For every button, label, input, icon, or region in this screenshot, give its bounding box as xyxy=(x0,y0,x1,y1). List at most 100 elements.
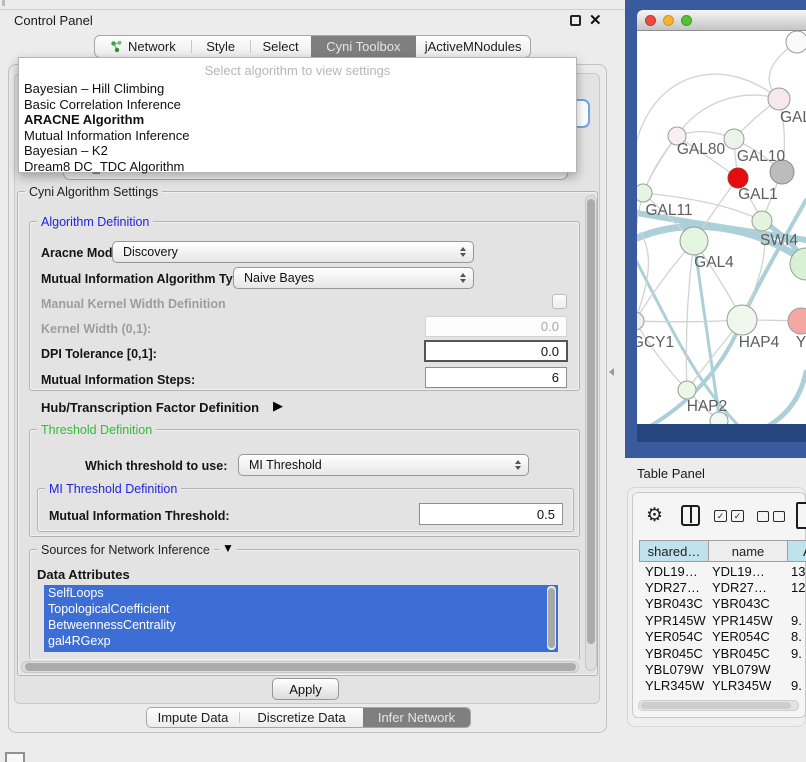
list-item-selected[interactable]: TopologicalCoefficient xyxy=(44,601,558,617)
combo-value: MI Threshold xyxy=(249,458,322,472)
settings-horizontal-scrollbar[interactable] xyxy=(21,661,579,673)
tab-infer-network[interactable]: Infer Network xyxy=(363,708,470,727)
checked-pair-icon[interactable]: ✓ ✓ xyxy=(714,510,744,522)
close-icon[interactable]: ✕ xyxy=(589,11,602,29)
list-item-selected[interactable]: gal4RGexp xyxy=(44,633,558,649)
tab-discretize-data[interactable]: Discretize Data xyxy=(240,708,363,727)
node-gal4[interactable] xyxy=(680,227,708,255)
list-item-selected[interactable]: SelfLoops xyxy=(44,585,558,601)
list-item-selected[interactable]: BetweennessCentrality xyxy=(44,617,558,633)
table-row[interactable]: YDR27…YDR27…12 xyxy=(639,579,806,595)
cell-shared: YLR345W xyxy=(639,678,709,693)
scrollbar-thumb[interactable] xyxy=(548,588,555,648)
table-row[interactable]: YLR345WYLR345W9. xyxy=(639,678,806,694)
kernel-width-field: 0.0 xyxy=(425,316,567,337)
data-attributes-list[interactable]: SelfLoops TopologicalCoefficient Between… xyxy=(44,585,558,652)
node-gal11[interactable] xyxy=(637,184,652,202)
scrollbar-thumb[interactable] xyxy=(587,199,595,644)
node-salmon[interactable] xyxy=(788,308,806,334)
expand-right-icon[interactable]: ▶ xyxy=(273,398,283,414)
list-vertical-scrollbar[interactable] xyxy=(547,586,556,650)
tab-style[interactable]: Style xyxy=(192,36,250,57)
cell-value: 9 xyxy=(788,695,798,697)
gear-icon[interactable]: ⚙ xyxy=(646,505,663,527)
table-row[interactable]: YER054CYER054C8. xyxy=(639,629,806,645)
apply-button[interactable]: Apply xyxy=(272,678,339,700)
tab-label: jActiveMNodules xyxy=(425,39,522,54)
tab-network[interactable]: Network xyxy=(95,36,191,57)
column-header-clipped[interactable]: A xyxy=(787,540,806,562)
column-header-shared[interactable]: shared… xyxy=(639,540,709,562)
tab-impute-data[interactable]: Impute Data xyxy=(147,708,239,727)
node[interactable] xyxy=(786,31,806,53)
which-threshold-combo[interactable]: MI Threshold xyxy=(238,454,529,476)
splitter-handle-icon[interactable] xyxy=(609,368,614,376)
node-label: HAP4 xyxy=(739,334,780,351)
network-icon xyxy=(110,40,123,53)
column-header-name[interactable]: name xyxy=(708,540,788,562)
node-label: GAL4 xyxy=(694,254,734,271)
node-selected-red[interactable] xyxy=(728,168,748,188)
table-row[interactable]: YDL19…YDL19…13 xyxy=(639,563,806,579)
table-row[interactable]: YPR145WYPR145W9. xyxy=(639,612,806,628)
node-gcy1[interactable] xyxy=(637,312,644,330)
bottom-tabbar: Impute Data Discretize Data Infer Networ… xyxy=(146,707,471,728)
manual-kernel-checkbox[interactable] xyxy=(552,294,567,309)
window-close-button[interactable] xyxy=(645,15,656,26)
which-threshold-label: Which threshold to use: xyxy=(85,459,227,473)
aracne-mode-combo[interactable]: Discovery xyxy=(112,241,474,263)
dropdown-item[interactable]: Bayesian – K2 xyxy=(19,143,576,159)
float-window-icon[interactable] xyxy=(570,15,581,26)
table-row[interactable]: YBR045CYBR045C9. xyxy=(639,645,806,661)
window-minimize-button[interactable] xyxy=(663,15,674,26)
unchecked-pair-icon[interactable] xyxy=(757,511,785,522)
hub-definition-label[interactable]: Hub/Transcription Factor Definition xyxy=(41,400,259,415)
table-row[interactable]: YBL079WYBL079W xyxy=(639,661,806,677)
split-columns-icon[interactable] xyxy=(681,505,700,526)
node[interactable] xyxy=(768,88,790,110)
node-hap2[interactable] xyxy=(678,381,696,399)
network-canvas[interactable]: GAL GAL80 GAL10 GAL1 GAL11 SWI4 GAL4 GCY… xyxy=(637,31,806,424)
field-value: 0.0 xyxy=(541,319,559,334)
cell-name: YER054C xyxy=(709,629,788,644)
dropdown-item[interactable]: Dream8 DC_TDC Algorithm xyxy=(19,159,576,175)
cell-name: YPR145W xyxy=(709,613,788,628)
mi-algorithm-type-combo[interactable]: Naive Bayes xyxy=(233,267,474,289)
network-window-shadow xyxy=(637,424,806,442)
node-gal1[interactable] xyxy=(752,211,772,231)
tab-select[interactable]: Select xyxy=(251,36,311,57)
table-horizontal-scrollbar[interactable] xyxy=(638,700,799,711)
node-label: GCY1 xyxy=(637,334,674,351)
table-row[interactable]: YBR043CYBR043C xyxy=(639,596,806,612)
node-hap4[interactable] xyxy=(727,305,757,335)
dropdown-item-aracne[interactable]: ARACNE Algorithm xyxy=(19,112,576,128)
tab-cyni-toolbox[interactable]: Cyni Toolbox xyxy=(311,36,417,57)
mi-steps-label: Mutual Information Steps: xyxy=(41,373,195,387)
docked-panel-icon[interactable] xyxy=(5,752,25,762)
mutual-information-threshold-field[interactable]: 0.5 xyxy=(419,503,563,525)
tab-jactivemnodules[interactable]: jActiveMNodules xyxy=(416,36,530,57)
apply-label: Apply xyxy=(289,682,322,697)
mi-steps-field[interactable]: 6 xyxy=(425,367,567,388)
table-row[interactable]: YIL052CYIL052C9 xyxy=(639,694,806,697)
cell-value: 9. xyxy=(788,646,802,661)
dropdown-item[interactable]: Mutual Information Inference xyxy=(19,128,576,144)
network-window-titlebar[interactable] xyxy=(637,10,806,31)
cell-value: 9. xyxy=(788,613,802,628)
dropdown-item[interactable]: Bayesian – Hill Climbing xyxy=(19,81,576,97)
tab-label: Select xyxy=(263,39,299,54)
node-gal10[interactable] xyxy=(724,129,744,149)
dropdown-item[interactable]: Basic Correlation Inference xyxy=(19,97,576,113)
dpi-tolerance-field[interactable]: 0.0 xyxy=(424,340,568,362)
scrollbar-thumb[interactable] xyxy=(641,702,791,709)
cell-shared: YPR145W xyxy=(639,613,709,628)
window-zoom-button[interactable] xyxy=(681,15,692,26)
collapse-down-icon[interactable]: ▼ xyxy=(219,541,237,555)
document-icon[interactable] xyxy=(796,502,806,529)
mi-algorithm-type-label: Mutual Information Algorithm Type: xyxy=(41,272,251,286)
scrollbar-thumb[interactable] xyxy=(25,663,576,671)
settings-vertical-scrollbar[interactable] xyxy=(585,195,597,671)
top-strip-mark xyxy=(2,0,5,6)
node-label: GAL10 xyxy=(737,148,786,165)
tab-label: Network xyxy=(128,39,176,54)
